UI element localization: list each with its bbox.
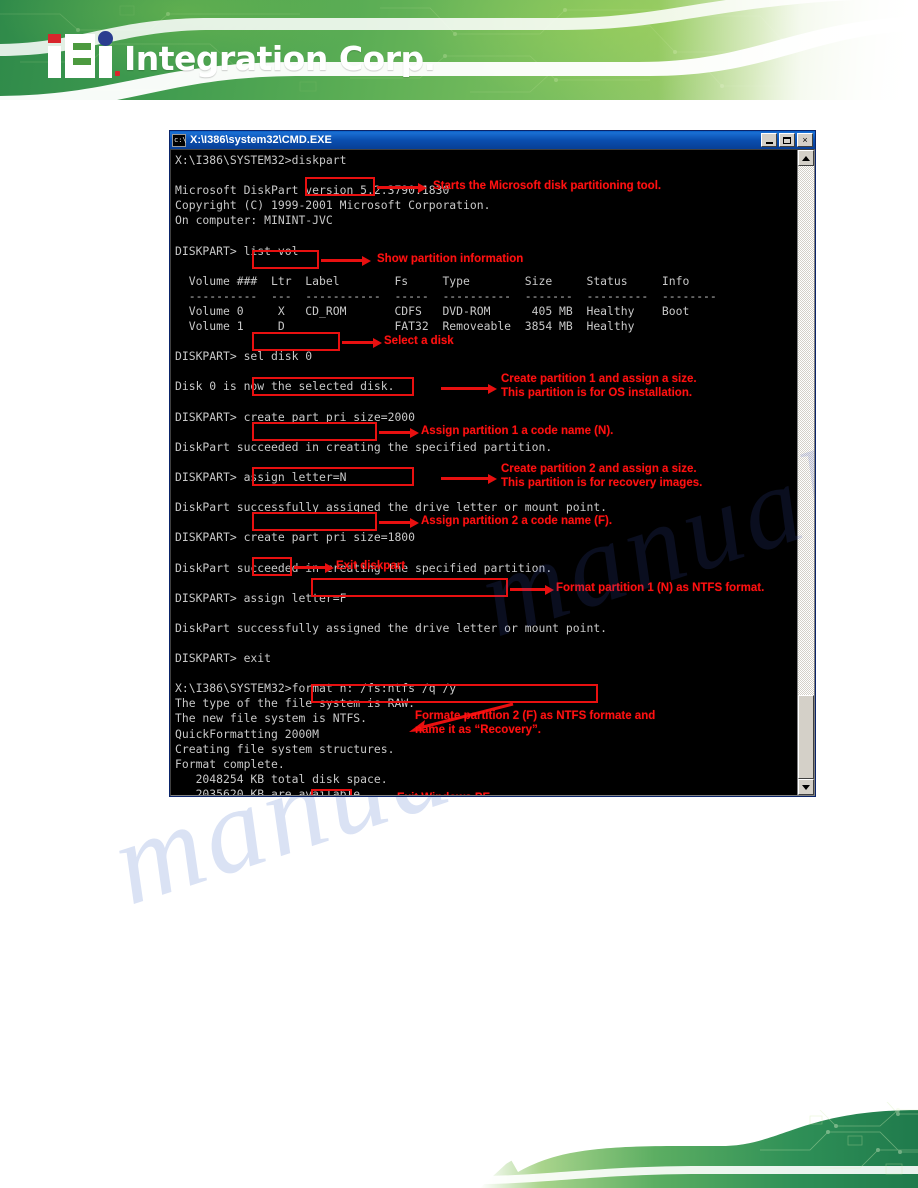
terminal-line: DiskPart successfully assigned the drive…: [175, 620, 608, 635]
logo-wordmark: Integration Corp.: [124, 39, 436, 78]
terminal-line: ---------- --- ----------- ----- -------…: [175, 288, 717, 303]
header-right-fade: [658, 0, 918, 100]
terminal-output: X:\I386\SYSTEM32>diskpart Microsoft Disk…: [175, 153, 787, 796]
iei-logo-mark: [46, 30, 120, 78]
header-bottom-edge: [0, 100, 918, 112]
terminal-line: The type of the file system is RAW.: [175, 696, 416, 711]
terminal-line: DISKPART> list vol: [175, 243, 299, 258]
terminal-line: Disk 0 is now the selected disk.: [175, 379, 395, 394]
cmd-icon: [172, 133, 187, 147]
minimize-button[interactable]: [761, 133, 777, 147]
terminal-line: Volume 0 X CD_ROM CDFS DVD-ROM 405 MB He…: [175, 303, 690, 318]
terminal-line: DISKPART> create part pri size=2000: [175, 409, 416, 424]
terminal-line: X:\I386\SYSTEM32>diskpart: [175, 153, 347, 167]
terminal-line: Volume 1 D FAT32 Removeable 3854 MB Heal…: [175, 319, 635, 334]
chevron-down-icon: [802, 784, 810, 790]
terminal-body[interactable]: X:\I386\SYSTEM32>diskpart Microsoft Disk…: [170, 149, 815, 796]
terminal-line: X:\I386\SYSTEM32>format n: /fs:ntfs /q /…: [175, 681, 457, 696]
terminal-line: DiskPart succeeded in creating the speci…: [175, 560, 553, 575]
window-title: X:\I386\system32\CMD.EXE: [190, 134, 332, 146]
window-titlebar[interactable]: X:\I386\system32\CMD.EXE ×: [170, 131, 815, 149]
terminal-line: DISKPART> sel disk 0: [175, 349, 313, 364]
footer-swoosh: [480, 1102, 918, 1188]
scroll-up-button[interactable]: [798, 150, 814, 166]
terminal-line: DISKPART> exit: [175, 651, 272, 666]
terminal-line: 2035620 KB are available.: [175, 786, 368, 796]
window-controls[interactable]: ×: [761, 133, 813, 147]
terminal-line: 2048254 KB total disk space.: [175, 771, 388, 786]
chevron-up-icon: [802, 155, 810, 161]
terminal-line: QuickFormatting 2000M: [175, 726, 320, 741]
terminal-line: Format complete.: [175, 756, 285, 771]
close-button[interactable]: ×: [797, 133, 813, 147]
iei-logo: Integration Corp.: [46, 30, 436, 78]
scrollbar-track[interactable]: [798, 166, 814, 779]
restore-button[interactable]: [779, 133, 795, 147]
page-footer-decoration: [480, 1080, 918, 1188]
scroll-down-button[interactable]: [798, 779, 814, 795]
terminal-line: DISKPART> assign letter=F: [175, 590, 347, 605]
scrollbar-thumb[interactable]: [798, 695, 814, 779]
terminal-line: DiskPart successfully assigned the drive…: [175, 500, 608, 515]
vertical-scrollbar[interactable]: [797, 150, 814, 795]
terminal-line: On computer: MININT-JVC: [175, 213, 333, 228]
terminal-line: The new file system is NTFS.: [175, 711, 368, 726]
terminal-line: DISKPART> assign letter=N: [175, 469, 347, 484]
terminal-line: Microsoft DiskPart version 5.2.3790.1830: [175, 183, 450, 198]
cmd-window[interactable]: X:\I386\system32\CMD.EXE × X:\I386\SYSTE…: [169, 130, 816, 797]
terminal-line: DISKPART> create part pri size=1800: [175, 530, 416, 545]
terminal-line: Creating file system structures.: [175, 741, 395, 756]
terminal-line: Volume ### Ltr Label Fs Type Size Status…: [175, 273, 690, 288]
terminal-line: DiskPart succeeded in creating the speci…: [175, 439, 553, 454]
terminal-line: Copyright (C) 1999-2001 Microsoft Corpor…: [175, 198, 491, 213]
